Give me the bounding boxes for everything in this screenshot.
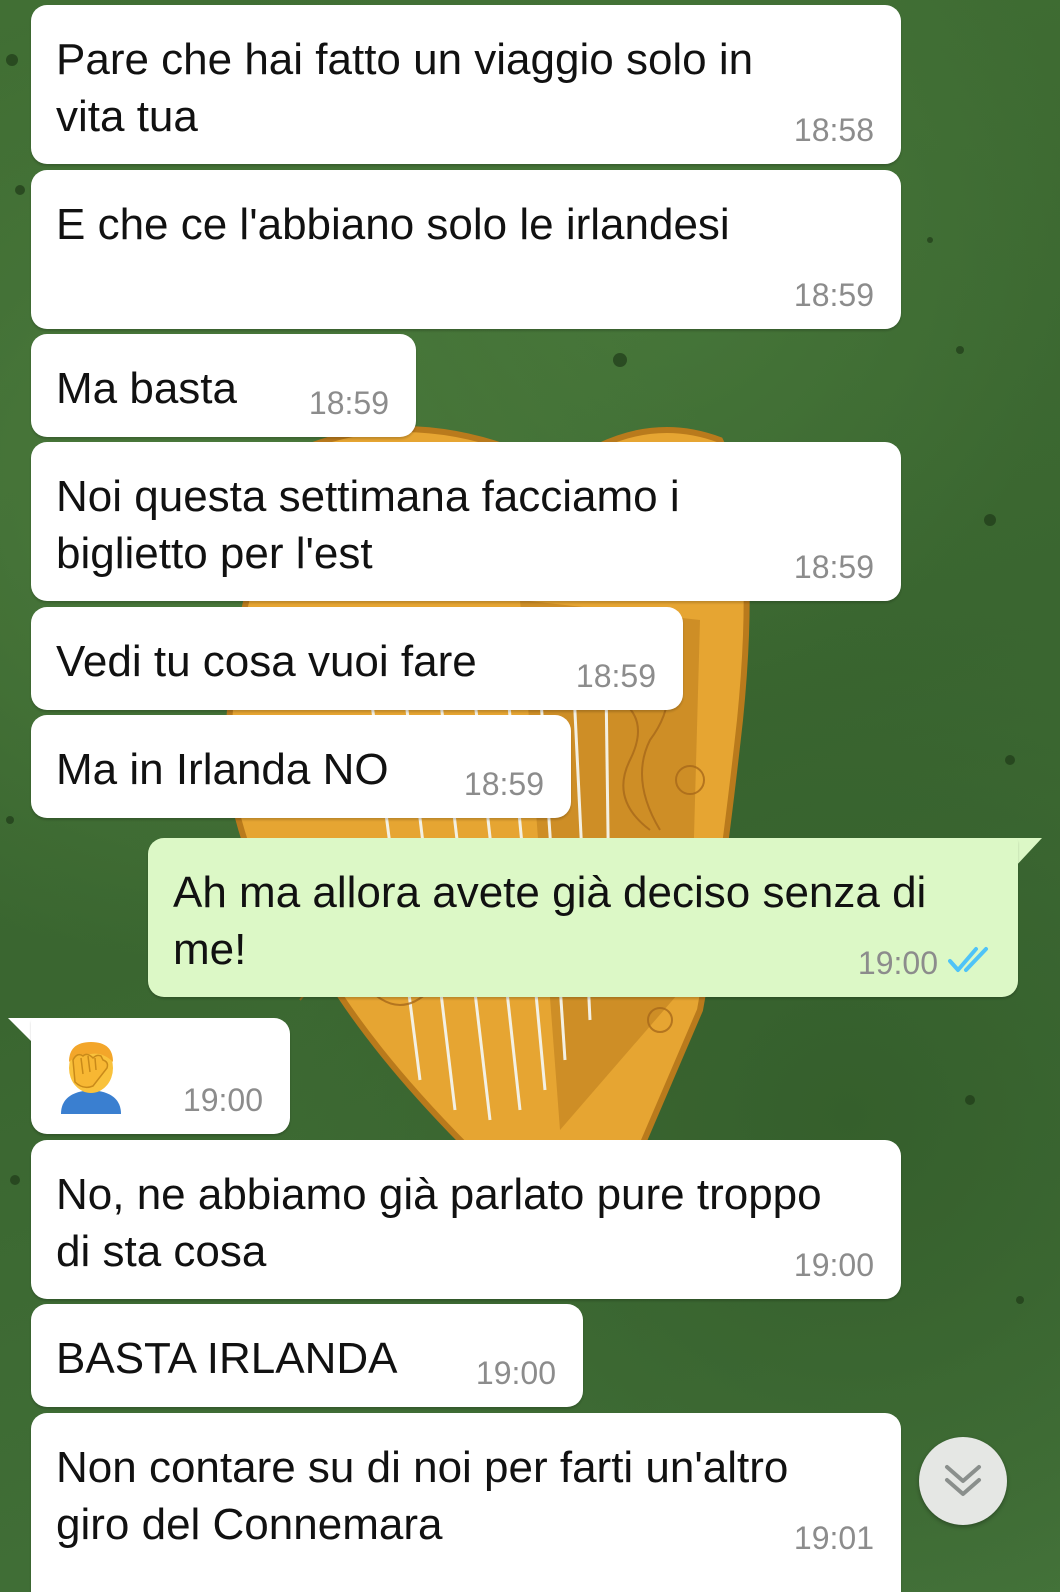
facepalm-emoji — [61, 1042, 121, 1114]
scroll-to-bottom-button[interactable] — [919, 1437, 1007, 1525]
message-text: Non contare su di noi per farti un'altro… — [56, 1443, 789, 1549]
message-timestamp: 18:59 — [793, 277, 874, 313]
message-text: Noi questa settimana facciamo i bigliett… — [56, 472, 680, 578]
message-bubble-incoming[interactable]: Vedi tu cosa vuoi fare 18:59 — [31, 607, 683, 710]
message-bubble-incoming[interactable]: Ma in Irlanda NO 18:59 — [31, 715, 571, 818]
message-text: Vedi tu cosa vuoi fare — [56, 637, 477, 686]
message-timestamp: 18:58 — [793, 112, 874, 148]
double-check-icon — [948, 947, 988, 972]
message-bubble-outgoing[interactable]: Ah ma allora avete già deciso senza di m… — [148, 838, 1018, 997]
message-bubble-incoming[interactable]: Non contare su di noi per farti un'altro… — [31, 1413, 901, 1592]
message-bubble-incoming[interactable]: Pare che hai fatto un viaggio solo in vi… — [31, 5, 901, 164]
message-bubble-incoming[interactable]: No, ne abbiamo già parlato pure troppo d… — [31, 1140, 901, 1299]
message-bubble-incoming[interactable]: Ma basta 18:59 — [31, 334, 416, 437]
double-chevron-down-icon — [945, 1465, 981, 1496]
message-bubble-incoming[interactable]: 19:00 — [31, 1018, 290, 1134]
message-text: Pare che hai fatto un viaggio solo in vi… — [56, 35, 754, 141]
message-timestamp: 19:00 — [793, 1247, 874, 1283]
message-timestamp: 19:00 — [182, 1082, 263, 1118]
message-bubble-incoming[interactable]: BASTA IRLANDA 19:00 — [31, 1304, 583, 1407]
message-text: E che ce l'abbiano solo le irlandesi — [56, 200, 730, 249]
message-timestamp: 18:59 — [308, 385, 389, 421]
message-timestamp: 19:00 — [857, 945, 938, 981]
message-text: No, ne abbiamo già parlato pure troppo d… — [56, 1170, 822, 1276]
message-bubble-incoming[interactable]: E che ce l'abbiano solo le irlandesi 18:… — [31, 170, 901, 329]
message-timestamp: 19:00 — [475, 1355, 556, 1391]
message-timestamp: 18:59 — [793, 549, 874, 585]
message-timestamp: 18:59 — [575, 658, 656, 694]
message-timestamp: 19:01 — [793, 1520, 874, 1556]
message-bubble-incoming[interactable]: Noi questa settimana facciamo i bigliett… — [31, 442, 901, 601]
message-timestamp: 18:59 — [463, 766, 544, 802]
